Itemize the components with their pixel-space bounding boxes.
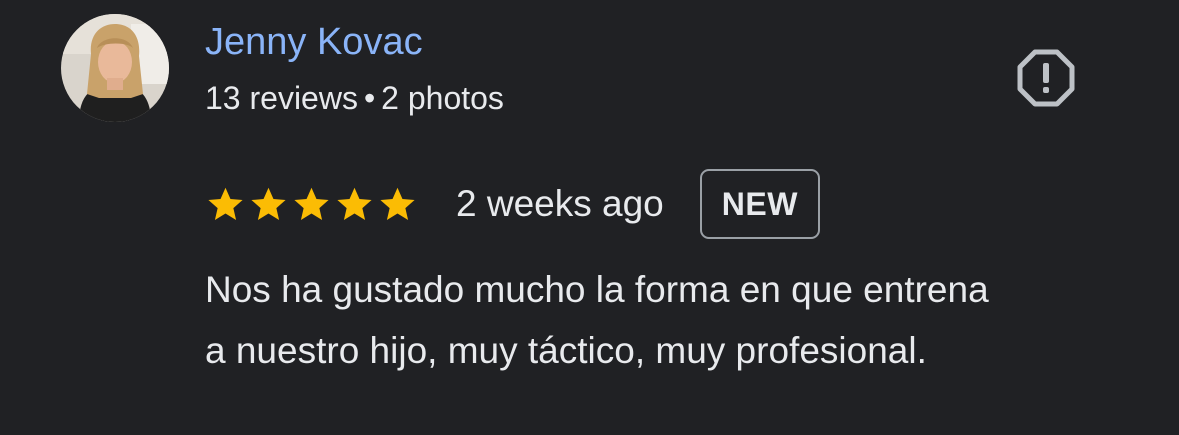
avatar-photo <box>61 14 169 122</box>
star-icon <box>294 187 329 220</box>
avatar[interactable] <box>61 14 169 122</box>
meta-separator: • <box>363 80 376 116</box>
review-count: 13 reviews <box>205 80 358 116</box>
review-text-line: a nuestro hijo, muy táctico, muy profesi… <box>205 330 927 371</box>
star-icon <box>337 187 372 220</box>
report-octagon-icon[interactable] <box>1016 48 1076 108</box>
star-icon <box>208 187 243 220</box>
photo-count: 2 photos <box>381 80 504 116</box>
review-card: Jenny Kovac 13 reviews • 2 photos 2 weeks … <box>0 0 1179 435</box>
star-icon <box>380 187 415 220</box>
review-time: 2 weeks ago <box>456 183 664 224</box>
review-text-line: Nos ha gustado mucho la forma en que ent… <box>205 269 989 310</box>
star-icon <box>251 187 286 220</box>
author-name[interactable]: Jenny Kovac <box>205 18 423 66</box>
review-text: Nos ha gustado mucho la forma en que ent… <box>205 259 1155 381</box>
star-rating <box>205 184 418 225</box>
rating-row: 2 weeks ago NEW <box>205 166 820 242</box>
new-badge: NEW <box>699 169 820 239</box>
author-meta: 13 reviews • 2 photos <box>205 76 504 120</box>
